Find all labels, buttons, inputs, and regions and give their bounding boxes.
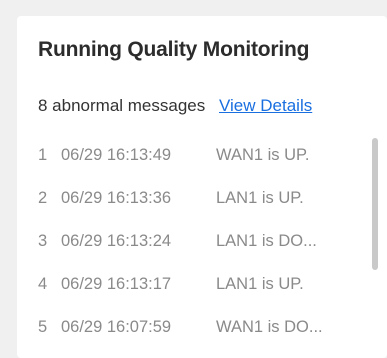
abnormal-message-count: 8 abnormal messages [38,96,206,115]
log-list-item: 4 06/29 16:13:17 LAN1 is UP. [38,263,373,306]
log-item-message: WAN1 is DO... [216,318,323,336]
list-scrollbar[interactable] [372,138,378,270]
log-list-item: 5 06/29 16:07:59 WAN1 is DO... [38,306,373,349]
log-item-time: 06/29 16:13:36 [61,189,172,207]
log-item-time: 06/29 16:13:49 [61,146,172,164]
log-list-item: 2 06/29 16:13:36 LAN1 is UP. [38,177,373,220]
log-item-index: 5 [38,318,48,336]
running-quality-monitoring-panel: Running Quality Monitoring 8 abnormal me… [17,16,387,358]
log-item-message: LAN1 is UP. [216,275,304,293]
log-item-time: 06/29 16:13:17 [61,275,172,293]
log-list-item: 1 06/29 16:13:49 WAN1 is UP. [38,134,373,177]
log-item-message: LAN1 is DO... [216,232,317,250]
log-list-item: 3 06/29 16:13:24 LAN1 is DO... [38,220,373,263]
log-item-index: 3 [38,232,48,250]
view-details-link[interactable]: View Details [219,96,312,115]
log-item-index: 4 [38,275,48,293]
panel-title: Running Quality Monitoring [38,38,310,61]
log-item-message: WAN1 is UP. [216,146,310,164]
log-item-time: 06/29 16:07:59 [61,318,172,336]
log-item-index: 2 [38,189,48,207]
abnormal-summary: 8 abnormal messages View Details [38,96,312,116]
log-item-index: 1 [38,146,48,164]
abnormal-message-list: 1 06/29 16:13:49 WAN1 is UP. 2 06/29 16:… [38,134,373,349]
log-item-time: 06/29 16:13:24 [61,232,172,250]
log-item-message: LAN1 is UP. [216,189,304,207]
